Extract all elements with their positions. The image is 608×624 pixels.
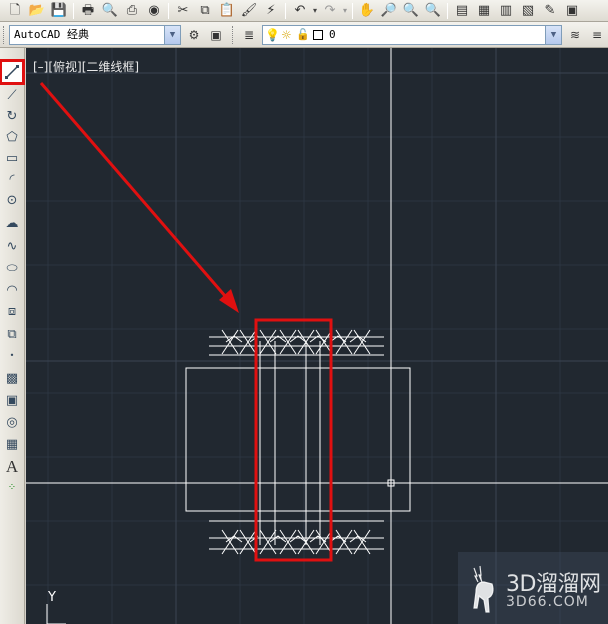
zoom-window-icon[interactable]: 🔍 <box>400 1 422 21</box>
toolbar-grip[interactable] <box>3 26 6 44</box>
lock-icon[interactable]: 🔓 <box>296 26 310 44</box>
watermark-url: 3D66.COM <box>506 594 589 610</box>
drawing-geometry <box>46 329 411 624</box>
light-bulb-icon[interactable]: 💡 <box>265 26 280 44</box>
toolbar-separator <box>447 2 448 19</box>
zoom-realtime-icon[interactable]: 🔎 <box>378 1 400 21</box>
drawing-canvas[interactable]: Y [–][俯视][二维线框] 3D溜溜网 3D66.COM <box>26 48 608 624</box>
multiline-text-icon[interactable]: A <box>2 456 22 476</box>
copy-icon[interactable]: ⧉ <box>194 1 216 21</box>
insert-block-icon[interactable]: ⧈ <box>2 301 22 321</box>
3d-dwf-icon[interactable]: ◉ <box>143 1 165 21</box>
zoom-previous-icon[interactable]: 🔍 <box>422 1 444 21</box>
ellipse-arc-icon[interactable]: ◠ <box>2 280 22 300</box>
revision-cloud-icon[interactable]: ☁ <box>2 213 22 233</box>
quickcalc-icon[interactable]: ▣ <box>561 1 583 21</box>
watermark: 3D溜溜网 3D66.COM <box>458 552 608 624</box>
redo-icon[interactable]: ↷ <box>319 1 341 21</box>
hatch-icon[interactable]: ▩ <box>2 368 22 388</box>
layer-manager-icon[interactable]: ≣ <box>240 26 258 44</box>
undo-icon[interactable]: ↶ <box>289 1 311 21</box>
polygon-icon[interactable]: ⬠ <box>2 127 22 147</box>
undo-dropdown-icon[interactable]: ▾ <box>311 6 319 15</box>
rectangle-icon[interactable]: ▭ <box>2 148 22 168</box>
make-block-icon[interactable]: ⧉ <box>2 324 22 344</box>
construction-line-icon[interactable]: ⟋ <box>2 85 22 105</box>
gradient-icon[interactable]: ▣ <box>2 390 22 410</box>
make-current-layer-icon[interactable]: ≋ <box>566 26 584 44</box>
polyline-icon[interactable]: ↻ <box>2 106 22 126</box>
color-square-icon[interactable] <box>313 30 323 40</box>
publish-icon[interactable]: ⎙ <box>121 1 143 21</box>
layer-select[interactable]: 💡 ☼ 🔓 0 ▼ <box>262 25 562 45</box>
add-selected-icon[interactable]: ⁘ <box>2 478 22 498</box>
markup-icon[interactable]: ✎ <box>539 1 561 21</box>
customize-icon[interactable]: ▣ <box>207 26 225 44</box>
line-tool-button[interactable] <box>0 59 25 85</box>
plot-preview-icon[interactable]: 🔍 <box>99 1 121 21</box>
ellipse-icon[interactable]: ⬭ <box>2 258 22 278</box>
chevron-down-icon[interactable]: ▼ <box>545 26 561 44</box>
open-file-icon[interactable]: 📂 <box>26 1 48 21</box>
draw-toolbar: ⟋ ↻ ⬠ ▭ ◜ ⊙ ☁ ∿ ⬭ ◠ ⧈ ⧉ • ▩ ▣ ◎ ▦ A ⁘ <box>0 48 25 624</box>
point-icon[interactable]: • <box>2 346 22 366</box>
ucs-y-label: Y <box>47 590 56 605</box>
autocad-window: 🗋 📂 💾 🖶 🔍 ⎙ ◉ ✂ ⧉ 📋 🖌 ⚡ ↶ ▾ ↷ ▾ ✋ 🔎 🔍 🔍 … <box>0 0 608 624</box>
match-properties-icon[interactable]: 🖌 <box>238 1 260 21</box>
plot-icon[interactable]: 🖶 <box>77 1 99 21</box>
viewport-controls-label[interactable]: [–][俯视][二维线框] <box>33 58 139 75</box>
toolbar-separator <box>285 2 286 19</box>
workspace-select-value: AutoCAD 经典 <box>14 28 89 41</box>
region-icon[interactable]: ◎ <box>2 412 22 432</box>
deer-logo-icon <box>473 565 494 613</box>
toolbar-separator <box>352 2 353 19</box>
toolbar-grip[interactable] <box>232 26 235 44</box>
line-icon <box>5 65 19 79</box>
toolbar-separator <box>168 2 169 19</box>
workspace-layer-toolbar: AutoCAD 经典 ▼ ⚙ ▣ ≣ 💡 ☼ 🔓 0 ▼ ≋ ≡ <box>0 22 608 48</box>
cut-icon[interactable]: ✂ <box>172 1 194 21</box>
save-icon[interactable]: 💾 <box>48 1 70 21</box>
drawing-svg: Y <box>26 48 608 624</box>
paste-icon[interactable]: 📋 <box>216 1 238 21</box>
chevron-down-icon[interactable]: ▼ <box>164 26 180 44</box>
workspace-settings-icon[interactable]: ⚙ <box>185 26 203 44</box>
annotation-arrow <box>39 82 239 313</box>
layer-previous-icon[interactable]: ≡ <box>588 26 606 44</box>
sheet-set-icon[interactable]: ▧ <box>517 1 539 21</box>
table-icon[interactable]: ▦ <box>2 434 22 454</box>
layer-select-value: 0 <box>329 28 336 41</box>
tool-palettes-icon[interactable]: ▥ <box>495 1 517 21</box>
sun-icon[interactable]: ☼ <box>281 26 292 44</box>
spline-icon[interactable]: ∿ <box>2 236 22 256</box>
standard-toolbar: 🗋 📂 💾 🖶 🔍 ⎙ ◉ ✂ ⧉ 📋 🖌 ⚡ ↶ ▾ ↷ ▾ ✋ 🔎 🔍 🔍 … <box>0 0 608 22</box>
new-file-icon[interactable]: 🗋 <box>4 1 26 21</box>
redo-dropdown-icon[interactable]: ▾ <box>341 6 349 15</box>
workspace-select[interactable]: AutoCAD 经典 ▼ <box>9 25 181 45</box>
toolbar-separator <box>73 2 74 19</box>
block-editor-icon[interactable]: ⚡ <box>260 1 282 21</box>
circle-icon[interactable]: ⊙ <box>2 190 22 210</box>
properties-icon[interactable]: ▤ <box>451 1 473 21</box>
design-center-icon[interactable]: ▦ <box>473 1 495 21</box>
pan-icon[interactable]: ✋ <box>356 1 378 21</box>
arc-icon[interactable]: ◜ <box>2 169 22 189</box>
